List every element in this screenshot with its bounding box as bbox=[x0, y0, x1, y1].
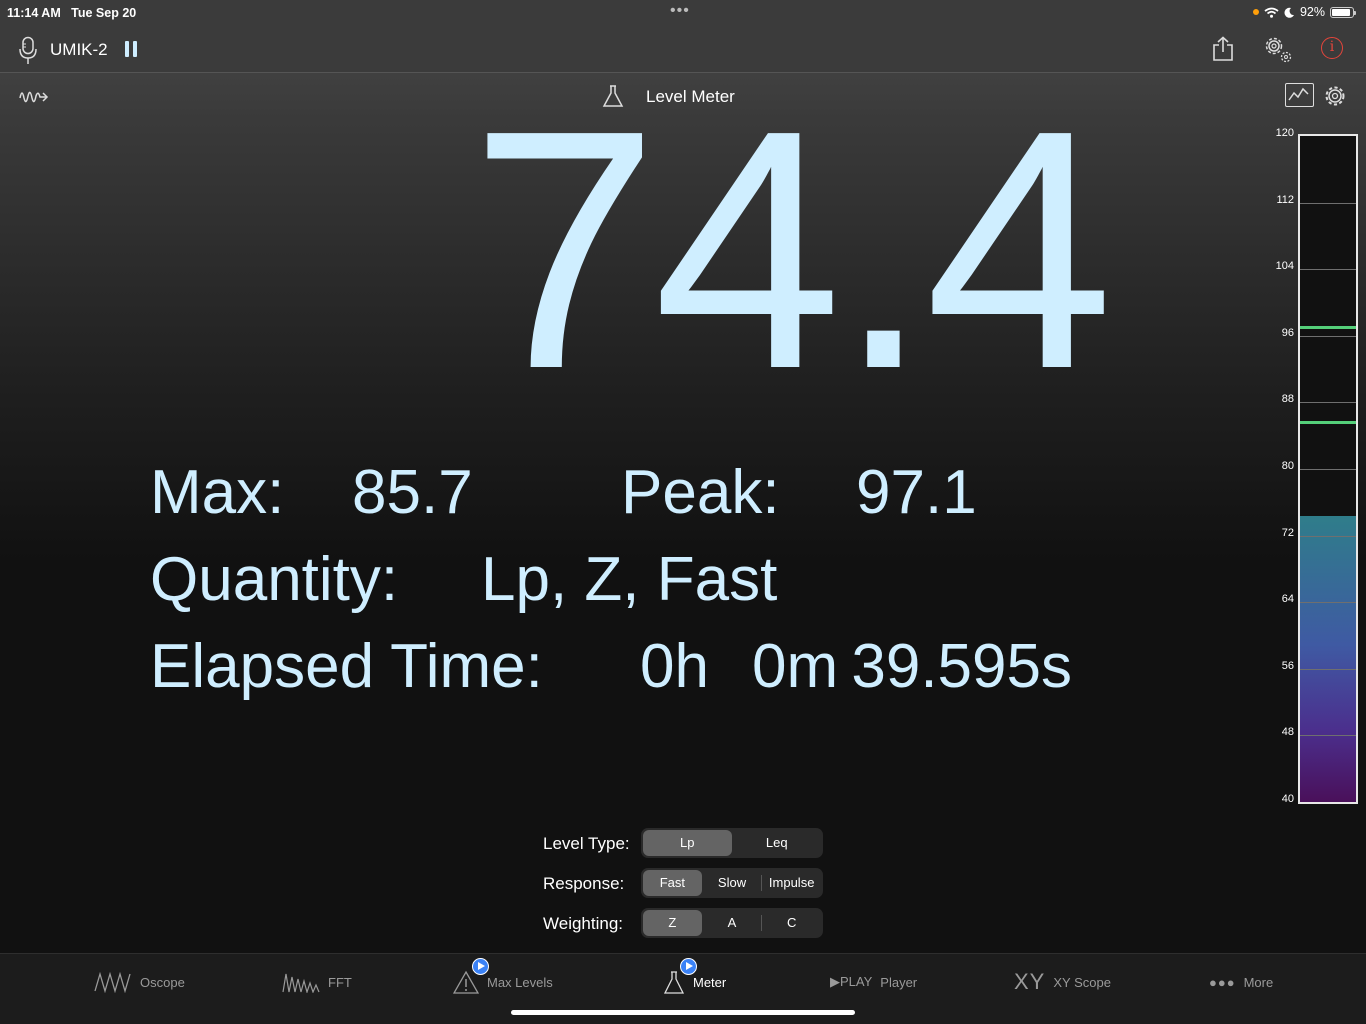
quantity-value: Lp, Z, Fast bbox=[481, 545, 778, 614]
weighting-option-z[interactable]: Z bbox=[643, 910, 702, 936]
response-option-slow[interactable]: Slow bbox=[703, 870, 762, 896]
meter-tick-label: 80 bbox=[1281, 460, 1294, 472]
wifi-icon bbox=[1264, 7, 1279, 18]
status-time: 11:14 AM Tue Sep 20 bbox=[7, 6, 137, 20]
gear-icon[interactable] bbox=[1323, 84, 1347, 108]
meter-gridline bbox=[1300, 602, 1356, 604]
tab-max-levels-label: Max Levels bbox=[487, 974, 553, 990]
max-value: 85.7 bbox=[352, 458, 473, 527]
elapsed-minutes-seconds: 0m 39.595s bbox=[752, 632, 1072, 701]
tab-oscope[interactable]: Oscope bbox=[94, 968, 185, 996]
info-icon[interactable]: i bbox=[1321, 37, 1343, 59]
play-text-icon: ▶PLAY bbox=[830, 974, 873, 989]
tab-meter[interactable]: Meter bbox=[663, 958, 727, 996]
meter-gridline bbox=[1300, 402, 1356, 404]
tab-fft[interactable]: FFT bbox=[282, 968, 352, 996]
pause-button[interactable] bbox=[125, 41, 137, 57]
meter-gridline bbox=[1300, 535, 1356, 537]
battery-percent: 92% bbox=[1299, 5, 1325, 19]
tab-oscope-label: Oscope bbox=[140, 974, 185, 990]
meter-tick-label: 72 bbox=[1281, 526, 1294, 539]
ellipsis-icon: ●●● bbox=[1209, 974, 1236, 990]
multitasking-dots[interactable]: ••• bbox=[670, 2, 690, 20]
weighting-label: Weighting: bbox=[543, 914, 624, 933]
xy-text-icon: XY bbox=[1014, 969, 1046, 994]
meter-tick-label: 120 bbox=[1275, 127, 1294, 139]
history-chart-button[interactable] bbox=[1285, 83, 1314, 107]
meter-gridline bbox=[1300, 269, 1356, 271]
waveform-signal-icon[interactable] bbox=[18, 86, 50, 106]
level-readout: 74.4 bbox=[470, 60, 1114, 440]
meter-gridline bbox=[1300, 668, 1356, 670]
level-type-segmented[interactable]: Lp Leq bbox=[641, 828, 823, 858]
meter-tick-label: 64 bbox=[1281, 593, 1294, 606]
response-label: Response: bbox=[543, 874, 625, 893]
weighting-option-a[interactable]: A bbox=[703, 910, 762, 936]
play-badge-icon bbox=[472, 958, 489, 975]
moon-icon bbox=[1284, 7, 1294, 18]
battery-fill bbox=[1332, 8, 1351, 16]
device-name[interactable]: UMIK-2 bbox=[50, 40, 108, 60]
battery-icon bbox=[1330, 6, 1356, 18]
microphone-icon[interactable] bbox=[18, 36, 38, 66]
meter-tick-label: 56 bbox=[1281, 659, 1294, 672]
tab-player-label: Player bbox=[880, 974, 918, 990]
meter-gridline bbox=[1300, 335, 1356, 337]
level-meter-bar bbox=[1298, 134, 1358, 804]
quantity-label: Quantity: bbox=[150, 545, 399, 614]
meter-tick-label: 48 bbox=[1281, 726, 1294, 739]
elapsed-label: Elapsed Time: bbox=[150, 632, 543, 701]
tab-meter-label: Meter bbox=[693, 974, 727, 990]
meter-tick-label: 112 bbox=[1276, 193, 1294, 206]
home-indicator[interactable] bbox=[511, 1010, 855, 1015]
elapsed-hours: 0h bbox=[640, 632, 709, 701]
tab-more-label: More bbox=[1243, 974, 1274, 990]
tab-xy-scope-label: XY Scope bbox=[1053, 974, 1111, 990]
weighting-option-c[interactable]: C bbox=[762, 910, 821, 936]
tab-more[interactable]: ●●● More bbox=[1209, 968, 1273, 996]
response-option-fast[interactable]: Fast bbox=[643, 870, 702, 896]
peak-label: Peak: bbox=[621, 458, 780, 527]
status-right: 92% bbox=[1252, 5, 1356, 19]
meter-tick-label: 88 bbox=[1281, 393, 1294, 406]
weighting-segmented[interactable]: ZAC bbox=[641, 908, 823, 938]
level-type-label: Level Type: bbox=[543, 834, 630, 853]
device-settings-icon[interactable] bbox=[1262, 34, 1294, 66]
oscope-wave-icon bbox=[94, 971, 131, 993]
flask-icon bbox=[663, 971, 685, 994]
response-option-impulse[interactable]: Impulse bbox=[762, 870, 821, 896]
level-type-option-leq[interactable]: Leq bbox=[733, 830, 822, 856]
fft-spectrum-icon bbox=[282, 973, 320, 993]
tab-player[interactable]: ▶PLAY Player bbox=[830, 968, 917, 996]
meter-tick-label: 96 bbox=[1281, 326, 1294, 339]
meter-gridline bbox=[1300, 202, 1356, 204]
meter-gridline bbox=[1300, 469, 1356, 470]
play-badge-icon bbox=[680, 958, 697, 975]
share-icon[interactable] bbox=[1211, 36, 1235, 62]
tab-fft-label: FFT bbox=[328, 974, 352, 990]
meter-gridline bbox=[1300, 735, 1356, 737]
meter-tick-label: 104 bbox=[1275, 260, 1294, 273]
status-bar: 11:14 AM Tue Sep 20 ••• 92% bbox=[0, 0, 1366, 26]
max-label: Max: bbox=[150, 458, 285, 527]
meter-tick-label: 40 bbox=[1281, 793, 1294, 805]
meter-level-fill bbox=[1300, 515, 1356, 802]
peak-value: 97.1 bbox=[856, 458, 977, 527]
response-segmented[interactable]: Fast Slow Impulse bbox=[641, 868, 823, 898]
max-marker bbox=[1300, 420, 1356, 424]
tab-max-levels[interactable]: Max Levels bbox=[453, 958, 553, 996]
mic-indicator-dot bbox=[1252, 9, 1259, 15]
max-line: Max: bbox=[150, 458, 284, 528]
tab-xy-scope[interactable]: XY XY Scope bbox=[1014, 968, 1111, 996]
peak-marker bbox=[1300, 325, 1356, 329]
line-chart-icon bbox=[1288, 87, 1309, 101]
level-type-option-lp[interactable]: Lp bbox=[643, 830, 732, 856]
